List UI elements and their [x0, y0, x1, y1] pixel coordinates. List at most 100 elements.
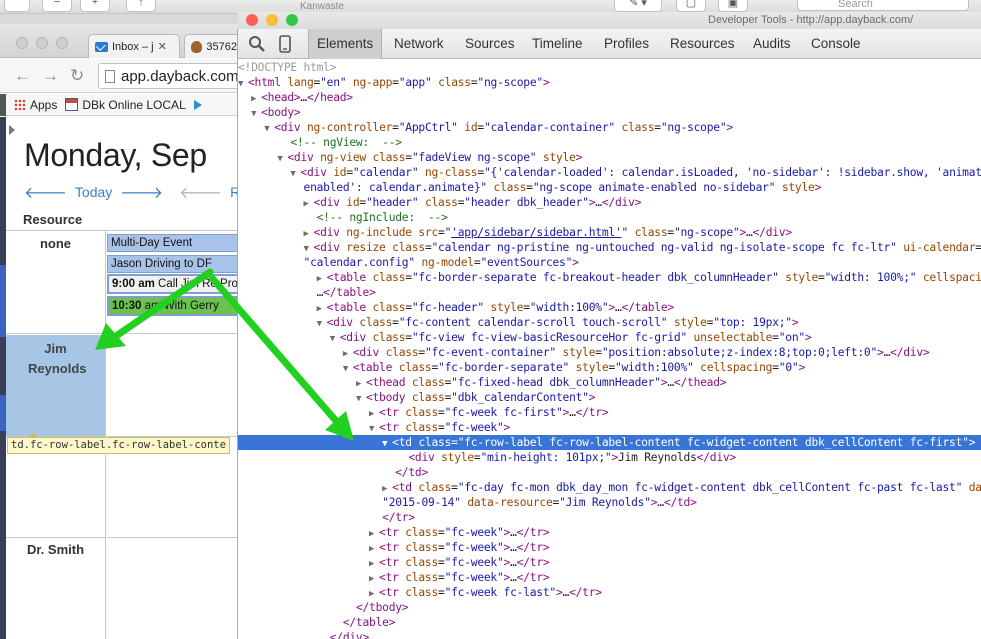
device-mode-icon[interactable]	[276, 35, 294, 53]
next-arrow-icon[interactable]: 🡒	[120, 182, 163, 203]
system-search-input[interactable]: Search	[797, 0, 969, 11]
dom-line[interactable]: ▼ <tbody class="dbk_calendarContent">	[238, 390, 981, 405]
dom-line[interactable]: ▼ <div resize class="calendar ng-pristine…	[238, 240, 981, 255]
share-icon[interactable]: ↑	[126, 0, 156, 12]
dom-line[interactable]: ▼ <html lang="en" ng-app="app" class="ng-…	[238, 75, 981, 90]
row-cell-jim-reynolds[interactable]	[107, 335, 240, 437]
dom-line[interactable]: ▼ <div id="calendar" ng-class="{'calendar…	[238, 165, 981, 180]
dom-line[interactable]: </tr>	[238, 510, 981, 525]
dom-line[interactable]: ▶ <tr class="fc-week">…</tr>	[238, 555, 981, 570]
today-button[interactable]: Today	[75, 184, 112, 200]
dom-line[interactable]: ▶ <tr class="fc-week">…</tr>	[238, 525, 981, 540]
toolbar-button-left[interactable]	[4, 0, 30, 12]
bookmark-label: DBk Online LOCAL	[82, 97, 186, 112]
event-title: am With Gerry	[144, 300, 219, 312]
devtools-titlebar: Developer Tools - http://app.dayback.com…	[238, 12, 981, 29]
dom-line[interactable]: enabled': calendar.animate}" class="ng-s…	[238, 180, 981, 195]
search-icon[interactable]	[248, 35, 266, 53]
row-label-dr-smith[interactable]: Dr. Smith	[6, 538, 106, 639]
dom-line[interactable]: ▼ <table class="fc-border-separate" style…	[238, 360, 981, 375]
dom-line[interactable]: <!DOCTYPE html>	[238, 60, 981, 75]
critter-icon	[191, 40, 203, 53]
row-cell-none[interactable]: Multi-Day Event Jason Driving to DF 9:00…	[107, 231, 240, 334]
dom-line[interactable]: </div>	[238, 630, 981, 639]
resource-column-header: Resource	[23, 212, 83, 227]
dom-line[interactable]: ▶ <head>…</head>	[238, 90, 981, 105]
dom-line[interactable]: <!-- ngView: -->	[238, 135, 981, 150]
dom-tree[interactable]: <!DOCTYPE html> ▼ <html lang="en" ng-app=…	[238, 60, 981, 639]
devtools-close-button[interactable]	[246, 14, 258, 26]
event-with-gerry[interactable]: 10:30 am With Gerry	[107, 296, 240, 316]
tab-elements[interactable]: Elements	[308, 29, 383, 59]
event-jason-driving[interactable]: Jason Driving to DF	[107, 255, 240, 273]
browser-tab-bar: Inbox – j ✕ 35762	[0, 24, 244, 58]
dom-line[interactable]: <div style="min-height: 101px;">Jim Reyn…	[238, 450, 981, 465]
close-icon[interactable]: ✕	[158, 40, 167, 53]
briefcase-icon[interactable]: ▣	[718, 0, 748, 12]
dom-line[interactable]: ▶ <tr class="fc-week">…</tr>	[238, 570, 981, 585]
dom-line[interactable]: ▶ <table class="fc-border-separate fc-bre…	[238, 270, 981, 285]
row-label-none[interactable]: none	[6, 231, 106, 334]
bookmark-apps[interactable]: Apps	[14, 98, 57, 112]
browser-tab-ticket[interactable]: 35762	[184, 34, 244, 58]
back-to-resources-icon[interactable]: 🡐	[179, 182, 222, 203]
sidebar-toggle-icon[interactable]	[9, 125, 15, 135]
window-zoom-button[interactable]	[56, 37, 68, 49]
plane-bookmark-icon[interactable]	[193, 99, 202, 110]
dom-line[interactable]: <!-- ngInclude: -->	[238, 210, 981, 225]
dom-line[interactable]: </td>	[238, 465, 981, 480]
dom-line[interactable]: ▶ <tr class="fc-week fc-first">…</tr>	[238, 405, 981, 420]
event-multi-day[interactable]: Multi-Day Event	[107, 234, 240, 252]
tab-sources[interactable]: Sources	[457, 29, 523, 59]
dom-line[interactable]: "2015-09-14" data-resource="Jim Reynolds…	[238, 495, 981, 510]
dom-line[interactable]: ▼ <div ng-view class="fadeView ng-scope" …	[238, 150, 981, 165]
dom-line[interactable]: ▶ <table class="fc-header" style="width:1…	[238, 300, 981, 315]
zoom-in-icon[interactable]: +	[80, 0, 110, 12]
pen-icon[interactable]: ✎ ▾	[614, 0, 662, 12]
window-icon[interactable]: ▢	[676, 0, 706, 12]
event-time: 10:30	[112, 300, 142, 312]
back-arrow-icon[interactable]: ←	[14, 66, 31, 86]
calendar-page: Monday, Sep 🡐 Today 🡒 🡐 Resources (1 Res…	[0, 117, 240, 639]
browser-tab-inbox[interactable]: Inbox – j ✕	[88, 34, 180, 58]
reload-icon[interactable]: ↻	[70, 66, 84, 86]
devtools-minimize-button[interactable]	[266, 14, 278, 26]
dom-line[interactable]: …</table>	[238, 285, 981, 300]
prev-arrow-icon[interactable]: 🡐	[24, 182, 67, 203]
window-close-button[interactable]	[16, 37, 28, 49]
row-label-jim-reynolds[interactable]: Jim Reynolds	[6, 335, 106, 437]
dom-line[interactable]: ▼ <div class="fc-content calendar-scroll …	[238, 315, 981, 330]
dom-line-selected[interactable]: ▼ <td class="fc-row-label fc-row-label-co…	[238, 435, 981, 450]
window-minimize-button[interactable]	[36, 37, 48, 49]
forward-arrow-icon[interactable]: →	[42, 66, 59, 86]
dom-line[interactable]: ▶ <div id="header" class="header dbk_head…	[238, 195, 981, 210]
dom-line[interactable]: </table>	[238, 615, 981, 630]
bookmark-dbk-online[interactable]: DBk Online LOCAL	[65, 97, 186, 112]
dom-line[interactable]: ▼ <div ng-controller="AppCtrl" id="calend…	[238, 120, 981, 135]
row-cell-dr-smith[interactable]	[107, 538, 240, 639]
dom-line[interactable]: ▼ <tr class="fc-week">	[238, 420, 981, 435]
devtools-toolbar: Elements Network Sources Timeline Profil…	[238, 29, 981, 59]
tab-timeline[interactable]: Timeline	[524, 29, 591, 59]
dom-line[interactable]: ▼ <body>	[238, 105, 981, 120]
dom-line[interactable]: ▶ <thead class="fc-fixed-head dbk_columnH…	[238, 375, 981, 390]
event-call-jim[interactable]: 9:00 am Call Jim Re Pro	[107, 274, 240, 294]
tab-network[interactable]: Network	[386, 29, 452, 59]
dom-line[interactable]: </tbody>	[238, 600, 981, 615]
dom-line[interactable]: ▶ <div ng-include src="'app/sidebar/sideb…	[238, 225, 981, 240]
zoom-out-icon[interactable]: −	[42, 0, 72, 12]
dom-line[interactable]: ▶ <tr class="fc-week fc-last">…</tr>	[238, 585, 981, 600]
dom-line[interactable]: ▼ <div class="fc-view fc-view-basicResour…	[238, 330, 981, 345]
tab-profiles[interactable]: Profiles	[596, 29, 657, 59]
dom-line[interactable]: ▶ <tr class="fc-week">…</tr>	[238, 540, 981, 555]
dom-line[interactable]: ▶ <div class="fc-event-container" style="…	[238, 345, 981, 360]
devtools-zoom-button[interactable]	[286, 14, 298, 26]
bookmarks-bar: Apps DBk Online LOCAL	[0, 93, 240, 116]
tab-audits[interactable]: Audits	[745, 29, 799, 59]
dom-line[interactable]: ▶ <td class="fc-day fc-mon dbk_day_mon fc…	[238, 480, 981, 495]
url-input[interactable]: app.dayback.com	[98, 63, 258, 89]
tab-resources[interactable]: Resources	[662, 29, 743, 59]
dom-line[interactable]: "calendar.config" ng-model="eventSources…	[238, 255, 981, 270]
url-text: app.dayback.com	[121, 67, 239, 85]
tab-console[interactable]: Console	[803, 29, 869, 59]
